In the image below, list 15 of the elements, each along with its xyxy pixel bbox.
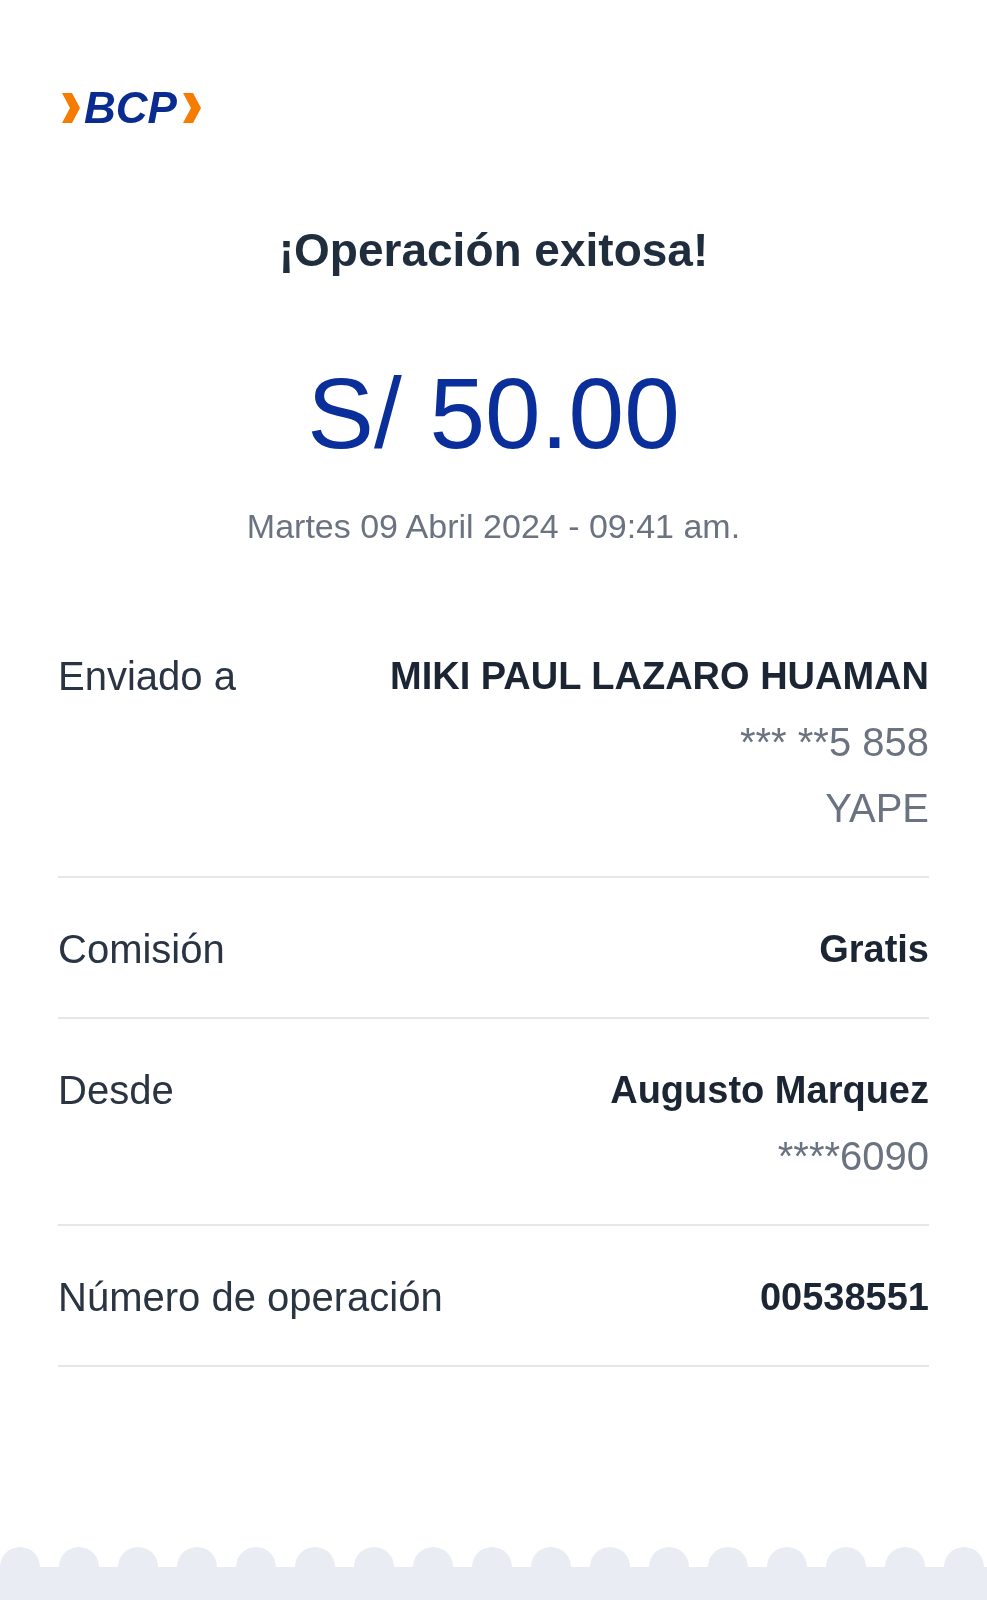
detail-value: Augusto Marquez (610, 1068, 929, 1113)
detail-value: Gratis (819, 927, 929, 972)
detail-value: 00538551 (759, 1275, 929, 1320)
success-title: ¡Operación exitosa! (278, 223, 709, 278)
date-time: Martes 09 Abril 2024 - 09:41 am. (246, 506, 741, 546)
amount: S/ 50.00 (307, 358, 680, 468)
detail-label: Número de operación (58, 1274, 443, 1321)
bcp-logo: BCP (58, 87, 929, 128)
detail-subtext: ****6090 (777, 1133, 929, 1180)
detail-label: Enviado a (58, 653, 236, 700)
detail-label: Comisión (58, 926, 225, 973)
detail-value: MIKI PAUL LAZARO HUAMAN (390, 654, 929, 699)
detail-subtext: *** **5 858 (739, 719, 929, 766)
detail-label: Desde (58, 1067, 174, 1114)
detail-subtext: YAPE (825, 785, 929, 832)
